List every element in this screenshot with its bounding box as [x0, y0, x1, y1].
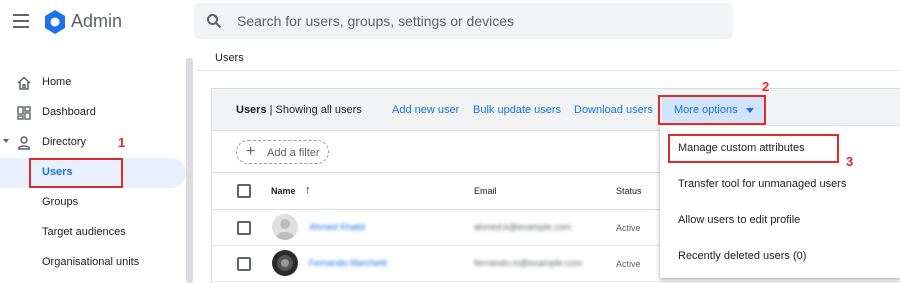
menu-item-label: Transfer tool for unmanaged users	[678, 178, 847, 190]
user-status: Active	[616, 259, 641, 269]
search-icon	[207, 14, 222, 29]
search-input[interactable]: Search for users, groups, settings or de…	[237, 13, 514, 29]
row-checkbox[interactable]	[237, 257, 251, 271]
toolbar-title: Users | Showing all users	[236, 104, 362, 116]
menu-icon[interactable]	[13, 14, 29, 28]
person-icon	[276, 219, 294, 240]
sidebar-item-label: Dashboard	[42, 106, 96, 118]
toolbar-title-bold: Users	[236, 104, 267, 116]
breadcrumb: Users	[215, 52, 244, 64]
home-icon	[17, 76, 31, 90]
divider	[196, 70, 900, 71]
app-title: Admin	[71, 11, 123, 31]
profile-photo	[277, 255, 293, 271]
chevron-down-icon[interactable]	[3, 139, 9, 143]
column-header-status[interactable]: Status	[616, 186, 642, 196]
sidebar-item-label: Organisational units	[42, 256, 140, 268]
search-bar[interactable]: Search for users, groups, settings or de…	[194, 3, 733, 39]
annotation-box-more-options	[658, 95, 766, 125]
sidebar-scrollbar[interactable]	[186, 58, 193, 283]
add-new-user-button[interactable]: Add new user	[392, 104, 459, 116]
avatar	[272, 250, 298, 276]
annotation-number-2: 2	[762, 79, 770, 94]
user-status: Active	[616, 223, 641, 233]
toolbar-title-rest: | Showing all users	[266, 104, 362, 116]
user-email: fernando.m@example.com	[474, 258, 583, 268]
annotation-number-1: 1	[118, 135, 126, 150]
menu-item-recently-deleted[interactable]: Recently deleted users (0)	[660, 238, 900, 274]
sidebar-item-label: Home	[42, 76, 72, 88]
sidebar-item-label: Directory	[42, 136, 87, 148]
sidebar-item-label: Groups	[42, 196, 79, 208]
menu-item-label: Allow users to edit profile	[678, 214, 801, 226]
column-header-name[interactable]: Name	[271, 186, 296, 196]
sidebar-item-organisational-units[interactable]: Organisational units	[0, 248, 186, 278]
admin-logo[interactable]	[42, 9, 68, 35]
menu-item-label: Recently deleted users (0)	[678, 250, 807, 262]
sidebar-item-label: Target audiences	[42, 226, 126, 238]
annotation-box-manage-attributes	[668, 134, 839, 163]
user-name[interactable]: Fernando Marchetti	[309, 258, 387, 268]
menu-item-transfer-tool[interactable]: Transfer tool for unmanaged users	[660, 166, 900, 202]
sidebar-item-dashboard[interactable]: Dashboard	[0, 98, 186, 128]
select-all-checkbox[interactable]	[237, 184, 251, 198]
add-filter-button[interactable]: + Add a filter	[236, 140, 329, 164]
annotation-box-users	[29, 158, 123, 188]
row-checkbox[interactable]	[237, 221, 251, 235]
user-email: ahmed.k@example.com	[474, 222, 572, 232]
users-toolbar: Users | Showing all users Add new user B…	[212, 89, 900, 131]
dashboard-icon	[17, 106, 31, 120]
sidebar-item-directory[interactable]: Directory	[0, 128, 186, 158]
avatar	[272, 214, 298, 240]
person-icon	[17, 136, 31, 150]
column-header-email[interactable]: Email	[474, 186, 497, 196]
download-users-button[interactable]: Download users	[574, 104, 653, 116]
top-bar: Admin Search for users, groups, settings…	[0, 0, 900, 44]
annotation-number-3: 3	[846, 154, 854, 169]
bulk-update-users-button[interactable]: Bulk update users	[473, 104, 561, 116]
add-filter-label: Add a filter	[267, 147, 320, 159]
user-name[interactable]: Ahmed Khalid	[309, 222, 365, 232]
menu-item-allow-edit-profile[interactable]: Allow users to edit profile	[660, 202, 900, 238]
sort-ascending-icon[interactable]: ↑	[305, 184, 311, 196]
sidebar-item-groups[interactable]: Groups	[0, 188, 186, 218]
plus-icon: +	[246, 143, 256, 160]
sidebar-item-home[interactable]: Home	[0, 68, 186, 98]
sidebar-item-target-audiences[interactable]: Target audiences	[0, 218, 186, 248]
